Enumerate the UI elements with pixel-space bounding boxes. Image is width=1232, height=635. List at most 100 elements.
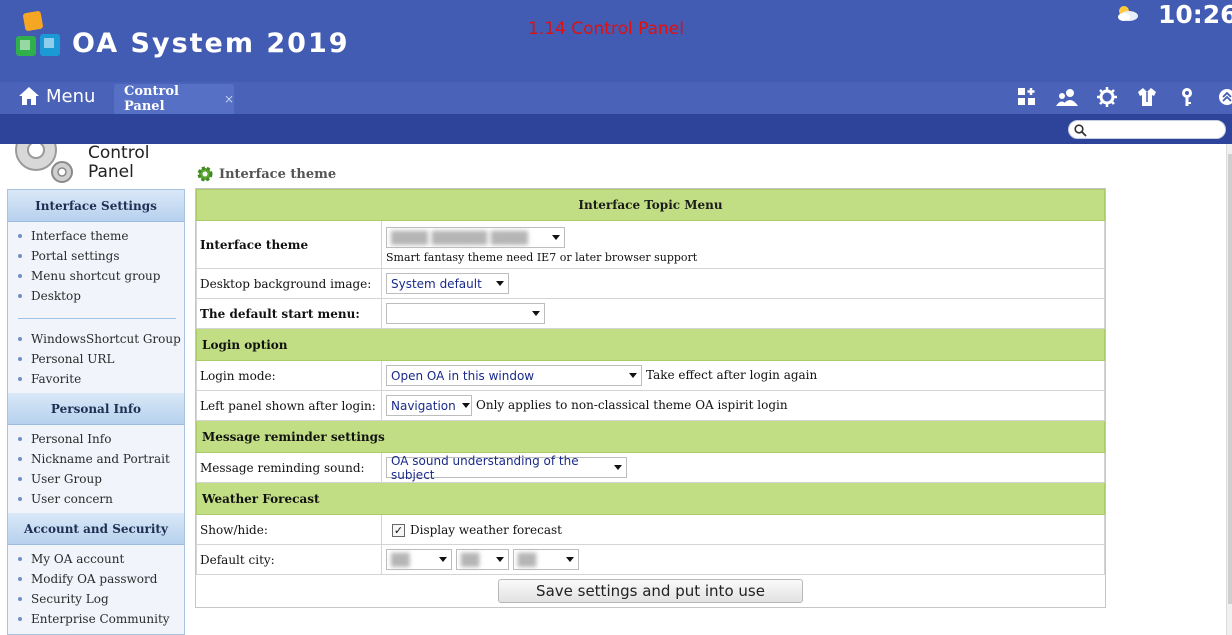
row-save: Save settings and put into use: [197, 575, 1105, 605]
collapse-up-icon[interactable]: [1210, 84, 1232, 110]
desktop-bg-value: System default: [391, 276, 482, 291]
header-top: OA System 2019 1.14 Control Panel 10:26: [0, 0, 1232, 82]
row-login-mode: Login mode: Open OA in this window Take …: [196, 360, 1105, 391]
key-icon[interactable]: [1170, 84, 1204, 110]
sidebar-item-portal-settings[interactable]: Portal settings: [18, 246, 184, 266]
gear-icon: [197, 166, 213, 182]
left-panel: Control Panel Interface Settings Interfa…: [0, 144, 190, 635]
search-icon: [1074, 124, 1087, 137]
sidebar-item-menu-shortcut-group[interactable]: Menu shortcut group: [18, 266, 184, 286]
chevron-down-icon: [439, 557, 447, 562]
section-interface-settings[interactable]: Interface Settings: [8, 190, 184, 222]
menu-button[interactable]: Menu: [18, 82, 95, 110]
province-value: ██: [391, 552, 410, 567]
interface-theme-label: Interface theme: [196, 220, 382, 269]
message-sound-cell: OA sound understanding of the subject: [381, 452, 1105, 483]
sidebar-item-enterprise-community[interactable]: Enterprise Community: [18, 609, 184, 629]
users-icon[interactable]: [1050, 84, 1084, 110]
interface-theme-cell: ████ ██████ ████ Smart fantasy theme nee…: [381, 220, 1105, 269]
main-title-text: Interface theme: [219, 166, 337, 182]
show-hide-label: Show/hide:: [196, 514, 382, 545]
interface-theme-note: Smart fantasy theme need IE7 or later br…: [386, 251, 698, 264]
chevron-down-icon: [614, 465, 622, 470]
control-panel-title: Control Panel: [88, 143, 150, 182]
left-panel-select[interactable]: Navigation: [386, 395, 472, 416]
vertical-scrollbar[interactable]: [1226, 144, 1232, 635]
sidebar-item-user-concern[interactable]: User concern: [18, 489, 184, 509]
sidebar-item-security-log[interactable]: Security Log: [18, 589, 184, 609]
settings-table: Interface Topic Menu Interface theme ███…: [196, 189, 1105, 605]
search-box[interactable]: [1068, 120, 1226, 139]
settings-form: Interface Topic Menu Interface theme ███…: [195, 188, 1106, 608]
sidebar-item-my-oa-account[interactable]: My OA account: [18, 549, 184, 569]
interface-theme-value: ████ ██████ ████: [391, 230, 528, 245]
weather-icon[interactable]: [1114, 3, 1140, 23]
save-cell: Save settings and put into use: [197, 575, 1105, 605]
city-select[interactable]: ██: [455, 549, 509, 570]
desktop-bg-cell: System default: [381, 268, 1105, 299]
login-mode-note: Take effect after login again: [646, 368, 818, 382]
sidebar-item-favorite[interactable]: Favorite: [18, 369, 184, 389]
tab-label: Control Panel: [124, 84, 179, 114]
row-message-sound: Message reminding sound: OA sound unders…: [196, 452, 1105, 483]
weather-checkbox-label[interactable]: Display weather forecast: [410, 523, 562, 537]
show-hide-cell: ✓ Display weather forecast: [381, 514, 1105, 545]
sidebar-divider: [18, 318, 176, 319]
sidebar-item-windows-shortcut-group[interactable]: WindowsShortcut Group: [18, 329, 184, 349]
message-sound-select[interactable]: OA sound understanding of the subject: [386, 454, 627, 482]
row-desktop-background: Desktop background image: System default: [196, 268, 1105, 299]
app-logo-icon: [16, 11, 60, 56]
home-icon: [19, 87, 39, 105]
login-option-heading: Login option: [196, 328, 1105, 361]
row-start-menu: The default start menu:: [196, 298, 1105, 329]
shirt-icon[interactable]: [1130, 84, 1164, 110]
chevron-down-icon: [629, 373, 637, 378]
sidebar-item-user-group[interactable]: User Group: [18, 469, 184, 489]
weather-forecast-heading: Weather Forecast: [196, 482, 1105, 515]
row-default-city: Default city: ██ ██ ██: [196, 544, 1105, 575]
sub-bar: [0, 114, 1232, 144]
sidebar-item-personal-info[interactable]: Personal Info: [18, 429, 184, 449]
chevron-down-icon: [495, 557, 504, 562]
chevron-down-icon: [461, 403, 470, 408]
save-settings-button[interactable]: Save settings and put into use: [498, 578, 803, 603]
chevron-down-icon: [532, 311, 540, 316]
left-panel-label: Left panel shown after login:: [196, 390, 382, 421]
province-select[interactable]: ██: [386, 549, 452, 570]
start-menu-label: The default start menu:: [196, 298, 382, 329]
search-input[interactable]: [1091, 122, 1221, 137]
shortcut-list: WindowsShortcut Group Personal URL Favor…: [8, 327, 184, 393]
control-panel-gears-icon: [15, 144, 73, 183]
group-message-reminder: Message reminder settings: [196, 420, 1105, 453]
main-title: Interface theme: [196, 165, 336, 183]
district-select[interactable]: ██: [512, 549, 579, 570]
sidebar-item-desktop[interactable]: Desktop: [18, 286, 184, 306]
menu-label: Menu: [46, 85, 96, 107]
tab-close-icon[interactable]: ×: [224, 92, 234, 106]
weather-checkbox[interactable]: ✓: [392, 523, 405, 537]
left-panel-cell: Navigation Only applies to non-classical…: [381, 390, 1105, 421]
scrollbar-thumb[interactable]: [1228, 154, 1232, 604]
apps-add-icon[interactable]: [1010, 84, 1044, 110]
login-mode-select[interactable]: Open OA in this window: [386, 365, 642, 386]
app-title: OA System 2019: [72, 28, 350, 59]
personal-info-list: Personal Info Nickname and Portrait User…: [8, 425, 184, 513]
app-header: OA System 2019 1.14 Control Panel 10:26 …: [0, 0, 1232, 114]
row-left-panel: Left panel shown after login: Navigation…: [196, 390, 1105, 421]
page-heading: 1.14 Control Panel: [528, 19, 684, 39]
sidebar-item-nickname-portrait[interactable]: Nickname and Portrait: [18, 449, 184, 469]
start-menu-select[interactable]: [386, 303, 545, 324]
row-interface-theme: Interface theme ████ ██████ ████ Smart f…: [196, 220, 1105, 269]
sidebar-item-personal-url[interactable]: Personal URL: [18, 349, 184, 369]
settings-icon[interactable]: [1090, 84, 1124, 110]
tab-control-panel[interactable]: Control Panel ×: [114, 84, 234, 114]
section-account-security[interactable]: Account and Security: [8, 513, 184, 545]
sidebar-item-interface-theme[interactable]: Interface theme: [18, 226, 184, 246]
desktop-bg-select[interactable]: System default: [386, 273, 509, 294]
sidebar-item-modify-password[interactable]: Modify OA password: [18, 569, 184, 589]
interface-theme-select[interactable]: ████ ██████ ████: [386, 227, 565, 248]
toolbar: [1010, 84, 1232, 110]
account-security-list: My OA account Modify OA password Securit…: [8, 545, 184, 633]
section-personal-info[interactable]: Personal Info: [8, 393, 184, 425]
left-panel-note: Only applies to non-classical theme OA i…: [476, 398, 788, 412]
